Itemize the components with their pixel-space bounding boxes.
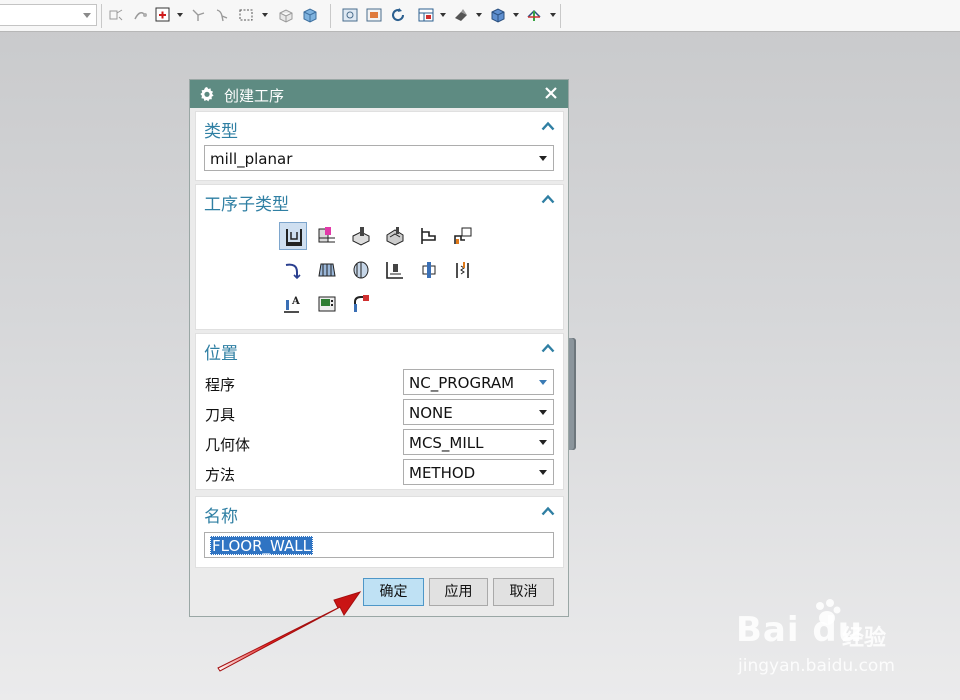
planar-text-icon[interactable]: A (279, 290, 307, 318)
baidu-watermark: Bai du 经验 jingyan.baidu.com (736, 598, 926, 688)
mill-control-icon[interactable] (313, 290, 341, 318)
chevron-up-icon[interactable] (541, 506, 555, 516)
svg-text:A: A (291, 296, 300, 307)
toolbar-separator (101, 4, 102, 28)
location-group: 位置 程序 NC_PROGRAM 刀具 NONE 几何体 MCS_MILL 方法… (195, 333, 564, 490)
chevron-up-icon[interactable] (541, 343, 555, 353)
name-group: 名称 FLOOR_WALL (195, 496, 564, 568)
chevron-down-icon (539, 380, 547, 385)
floor-wall-icon[interactable] (279, 222, 307, 250)
subtype-group-title: 工序子类型 (204, 195, 289, 215)
chevron-down-icon[interactable] (476, 13, 482, 17)
clean-corner-icon[interactable] (279, 256, 307, 284)
bend-icon[interactable] (132, 7, 148, 23)
name-group-title: 名称 (204, 507, 238, 527)
chevron-down-icon (539, 440, 547, 445)
toolbar-separator (330, 4, 331, 28)
geometry-select[interactable]: MCS_MILL (403, 429, 554, 455)
dialog-title: 创建工序 (224, 87, 285, 105)
select-box-icon[interactable] (238, 7, 254, 23)
fit-view-icon[interactable] (342, 7, 358, 23)
apply-button[interactable]: 应用 (429, 578, 488, 606)
layout-icon[interactable] (418, 7, 434, 23)
planar-profile-icon[interactable] (449, 222, 477, 250)
name-input-value: FLOOR_WALL (210, 536, 313, 555)
hole-milling-icon[interactable] (415, 256, 443, 284)
cube-view-icon[interactable] (490, 7, 506, 23)
create-operation-dialog: 创建工序 类型 mill_planar 工序子类型 A 位置 程序 NC_PRO… (189, 79, 569, 617)
program-select-value: NC_PROGRAM (409, 374, 515, 392)
tool-select-value: NONE (409, 404, 453, 422)
name-input[interactable]: FLOOR_WALL (204, 532, 554, 558)
type-select[interactable]: mill_planar (204, 145, 554, 171)
chevron-down-icon (539, 470, 547, 475)
shade-icon[interactable] (453, 7, 469, 23)
name-group-header[interactable]: 名称 (196, 497, 563, 527)
move-icon[interactable] (108, 7, 124, 23)
program-label: 程序 (205, 376, 236, 394)
dialog-titlebar[interactable]: 创建工序 (190, 80, 568, 108)
cancel-button[interactable]: 取消 (493, 578, 554, 606)
top-toolbar (0, 0, 960, 32)
groove-milling-icon[interactable] (381, 256, 409, 284)
watermark-url: jingyan.baidu.com (738, 656, 895, 676)
tool-select[interactable]: NONE (403, 399, 554, 425)
tool-label: 刀具 (205, 406, 236, 424)
gear-icon (200, 87, 214, 102)
image-icon[interactable] (366, 7, 382, 23)
chevron-down-icon[interactable] (262, 13, 268, 17)
type-group-header[interactable]: 类型 (196, 112, 563, 142)
refresh-icon[interactable] (390, 7, 406, 23)
floor-wall-ipw-icon[interactable] (313, 222, 341, 250)
chevron-down-icon (83, 13, 91, 18)
type-group-title: 类型 (204, 122, 238, 142)
chevron-down-icon[interactable] (513, 13, 519, 17)
chevron-down-icon[interactable] (550, 13, 556, 17)
add-point-icon[interactable] (155, 7, 171, 23)
finish-walls-icon[interactable] (313, 256, 341, 284)
subtype-group: 工序子类型 A (195, 184, 564, 330)
chevron-up-icon[interactable] (541, 121, 555, 131)
method-select-value: METHOD (409, 464, 476, 482)
cube-solid-icon[interactable] (302, 7, 318, 23)
face-milling-area-icon[interactable] (381, 222, 409, 250)
ok-button[interactable]: 确定 (363, 578, 424, 606)
face-milling-icon[interactable] (347, 222, 375, 250)
drag-icon[interactable] (214, 7, 230, 23)
program-select[interactable]: NC_PROGRAM (403, 369, 554, 395)
geometry-select-value: MCS_MILL (409, 434, 484, 452)
cube-outline-icon[interactable] (278, 7, 294, 23)
toolbar-combo[interactable] (0, 4, 97, 26)
method-select[interactable]: METHOD (403, 459, 554, 485)
subtype-group-header[interactable]: 工序子类型 (196, 185, 563, 215)
type-select-value: mill_planar (210, 150, 293, 168)
geometry-label: 几何体 (205, 436, 251, 454)
watermark-subtitle: 经验 (842, 626, 887, 651)
location-group-header[interactable]: 位置 (196, 334, 563, 364)
chevron-down-icon[interactable] (440, 13, 446, 17)
paw-logo-icon (816, 599, 841, 625)
close-icon[interactable] (543, 85, 559, 101)
thread-milling-icon[interactable] (449, 256, 477, 284)
type-group: 类型 mill_planar (195, 111, 564, 181)
location-group-title: 位置 (204, 344, 238, 364)
planar-mill-icon[interactable] (415, 222, 443, 250)
toolbar-separator (560, 4, 561, 28)
snap-icon[interactable] (190, 7, 206, 23)
chevron-up-icon[interactable] (541, 194, 555, 204)
orient-icon[interactable] (526, 7, 542, 23)
chevron-down-icon (539, 156, 547, 161)
chevron-down-icon (539, 410, 547, 415)
chevron-down-icon[interactable] (177, 13, 183, 17)
mill-user-icon[interactable] (347, 290, 375, 318)
method-label: 方法 (205, 466, 236, 484)
finish-floor-icon[interactable] (347, 256, 375, 284)
